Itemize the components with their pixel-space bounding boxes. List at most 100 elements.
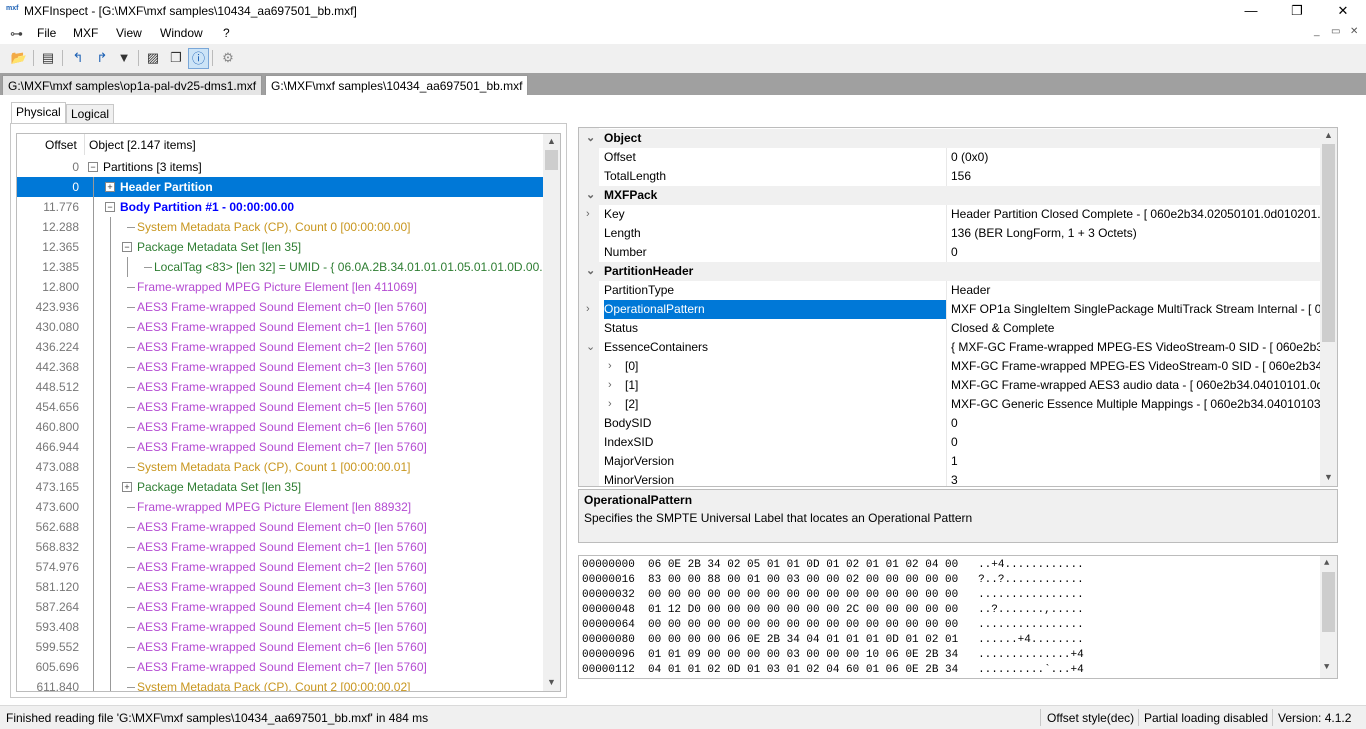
tree-row[interactable]: 0 + Header Partition (17, 177, 543, 197)
tree-row[interactable]: 593.408 AES3 Frame-wrapped Sound Element … (17, 617, 543, 637)
tree-row[interactable]: 460.800 AES3 Frame-wrapped Sound Element … (17, 417, 543, 437)
tree-row[interactable]: 12.288 System Metadata Pack (CP), Count 0… (17, 217, 543, 237)
scroll-up-icon[interactable]: ▲ (1324, 558, 1329, 568)
expand-icon[interactable]: › (608, 395, 612, 414)
filter-icon[interactable]: ▼ (114, 48, 134, 68)
property-scrollbar[interactable]: ▲ ▼ (1320, 128, 1337, 486)
tree-row[interactable]: 442.368 AES3 Frame-wrapped Sound Element … (17, 357, 543, 377)
tree-row[interactable]: 454.656 AES3 Frame-wrapped Sound Element … (17, 397, 543, 417)
property-grid[interactable]: ⌄ Object Offset 0 (0x0) TotalLength 156 ⌄ MXFPa… (578, 127, 1338, 487)
collapse-icon[interactable]: ⌄ (586, 338, 595, 357)
prev-icon[interactable]: ↰ (68, 48, 88, 68)
property-category[interactable]: ⌄ MXFPack (579, 186, 1321, 205)
collapse-icon[interactable]: − (105, 202, 115, 212)
menu-view[interactable]: View (116, 26, 142, 40)
tab-op1a-pal-dv25[interactable]: G:\MXF\mxf samples\op1a-pal-dv25-dms1.mx… (2, 75, 263, 96)
mdi-close-button[interactable]: ✕ (1350, 26, 1358, 37)
partial-load-icon[interactable]: ❐ (166, 48, 186, 68)
tree-row[interactable]: 605.696 AES3 Frame-wrapped Sound Element … (17, 657, 543, 677)
tree-scrollbar[interactable]: ▲ ▼ (543, 134, 560, 691)
tree-row[interactable]: 599.552 AES3 Frame-wrapped Sound Element … (17, 637, 543, 657)
open-file-icon[interactable]: 📂 (9, 48, 29, 68)
scroll-down-icon[interactable]: ▼ (1324, 472, 1333, 482)
close-button[interactable]: ✕ (1320, 0, 1366, 23)
category-collapse-icon[interactable]: ⌄ (586, 129, 595, 148)
expand-icon[interactable]: + (122, 482, 132, 492)
tree-row[interactable]: 581.120 AES3 Frame-wrapped Sound Element … (17, 577, 543, 597)
mdi-minimize-button[interactable]: _ (1314, 26, 1320, 37)
tab-physical[interactable]: Physical (11, 102, 66, 124)
tree-row[interactable]: 423.936 AES3 Frame-wrapped Sound Element … (17, 297, 543, 317)
tree-row[interactable]: 12.385 LocalTag <83> [len 32] = UMID - { … (17, 257, 559, 277)
tree-row[interactable]: 473.600 Frame-wrapped MPEG Picture Elemen… (17, 497, 543, 517)
tree-row[interactable]: 473.088 System Metadata Pack (CP), Count … (17, 457, 543, 477)
tree-row[interactable]: 587.264 AES3 Frame-wrapped Sound Element … (17, 597, 543, 617)
tree-row[interactable]: 11.776 − Body Partition #1 - 00:00:00.00 (17, 197, 543, 217)
maximize-button[interactable]: ❐ (1274, 0, 1320, 23)
tree-row[interactable]: 12.365 − Package Metadata Set [len 35] (17, 237, 543, 257)
property-row[interactable]: › [2] MXF-GC Generic Essence Multiple Mapp… (579, 395, 1321, 414)
info-icon[interactable]: ⓘ (188, 48, 209, 69)
hex-view[interactable]: 00000000 06 0E 2B 34 02 05 01 01 0D 01 0… (578, 555, 1338, 679)
settings-icon[interactable]: ⚙ (218, 48, 238, 68)
property-row[interactable]: › [1] MXF-GC Frame-wrapped AES3 audio data… (579, 376, 1321, 395)
property-row[interactable]: Status Closed & Complete (579, 319, 1321, 338)
tree-view[interactable]: Offset Object [2.147 items] 0− Partitions… (16, 133, 561, 692)
property-row[interactable]: PartitionType Header (579, 281, 1321, 300)
property-row[interactable]: › OperationalPattern MXF OP1a SingleItem S… (579, 300, 1321, 319)
expand-icon[interactable]: › (586, 300, 590, 319)
expand-icon[interactable]: + (105, 182, 115, 192)
scroll-up-icon[interactable]: ▲ (547, 136, 556, 146)
scroll-thumb[interactable] (1322, 572, 1335, 632)
scroll-down-icon[interactable]: ▼ (1324, 662, 1329, 672)
property-row[interactable]: BodySID 0 (579, 414, 1321, 433)
status-offset-style[interactable]: Offset style(dec) (1047, 711, 1134, 725)
tree-row[interactable]: 436.224 AES3 Frame-wrapped Sound Element … (17, 337, 543, 357)
property-row[interactable]: Number 0 (579, 243, 1321, 262)
column-object[interactable]: Object [2.147 items] (89, 138, 196, 152)
property-row[interactable]: Offset 0 (0x0) (579, 148, 1321, 167)
mdi-restore-button[interactable]: ▭ (1331, 26, 1340, 37)
tree-row[interactable]: 448.512 AES3 Frame-wrapped Sound Element … (17, 377, 543, 397)
menu-window[interactable]: Window (160, 26, 203, 40)
collapse-icon[interactable]: − (88, 162, 98, 172)
property-row[interactable]: › Key Header Partition Closed Complete - [… (579, 205, 1321, 224)
tree-row[interactable]: 430.080 AES3 Frame-wrapped Sound Element … (17, 317, 543, 337)
minimize-button[interactable]: — (1228, 0, 1274, 23)
expand-icon[interactable]: › (608, 376, 612, 395)
tree-row[interactable]: 574.976 AES3 Frame-wrapped Sound Element … (17, 557, 543, 577)
scroll-down-icon[interactable]: ▼ (547, 677, 556, 687)
category-collapse-icon[interactable]: ⌄ (586, 262, 595, 281)
hide-fillers-icon[interactable]: ▨ (143, 48, 163, 68)
hex-scrollbar[interactable]: ▲ ▼ (1320, 556, 1337, 678)
tree-row[interactable]: 466.944 AES3 Frame-wrapped Sound Element … (17, 437, 543, 457)
tree-row[interactable]: 568.832 AES3 Frame-wrapped Sound Element … (17, 537, 543, 557)
property-category[interactable]: ⌄ PartitionHeader (579, 262, 1321, 281)
category-collapse-icon[interactable]: ⌄ (586, 186, 595, 205)
property-row[interactable]: ⌄ EssenceContainers { MXF-GC Frame-wrapped… (579, 338, 1321, 357)
property-category[interactable]: ⌄ Object (579, 129, 1321, 148)
property-row[interactable]: TotalLength 156 (579, 167, 1321, 186)
tab-logical[interactable]: Logical (66, 104, 115, 124)
report-icon[interactable]: ▤ (38, 48, 58, 68)
property-row[interactable]: Length 136 (BER LongForm, 1 + 3 Octets) (579, 224, 1321, 243)
menu-help[interactable]: ? (223, 26, 230, 40)
scroll-thumb[interactable] (545, 150, 558, 170)
column-offset[interactable]: Offset (45, 138, 77, 152)
expand-icon[interactable]: › (586, 205, 590, 224)
property-row[interactable]: MajorVersion 1 (579, 452, 1321, 471)
tree-row[interactable]: 0− Partitions [3 items] (17, 157, 543, 177)
collapse-icon[interactable]: − (122, 242, 132, 252)
menu-mxf[interactable]: MXF (73, 26, 98, 40)
tree-row[interactable]: 473.165 + Package Metadata Set [len 35] (17, 477, 543, 497)
property-row[interactable]: › [0] MXF-GC Frame-wrapped MPEG-ES VideoSt… (579, 357, 1321, 376)
tree-row[interactable]: 562.688 AES3 Frame-wrapped Sound Element … (17, 517, 543, 537)
tree-row[interactable]: 611.840 System Metadata Pack (CP), Count … (17, 677, 543, 691)
property-row[interactable]: IndexSID 0 (579, 433, 1321, 452)
tab-10434-aa697501-bb[interactable]: G:\MXF\mxf samples\10434_aa697501_bb.mxf (265, 75, 529, 96)
menu-file[interactable]: File (37, 26, 56, 40)
scroll-up-icon[interactable]: ▲ (1324, 130, 1333, 140)
property-row[interactable]: MinorVersion 3 (579, 471, 1321, 486)
tree-row[interactable]: 12.800 Frame-wrapped MPEG Picture Element… (17, 277, 543, 297)
scroll-thumb[interactable] (1322, 144, 1335, 342)
